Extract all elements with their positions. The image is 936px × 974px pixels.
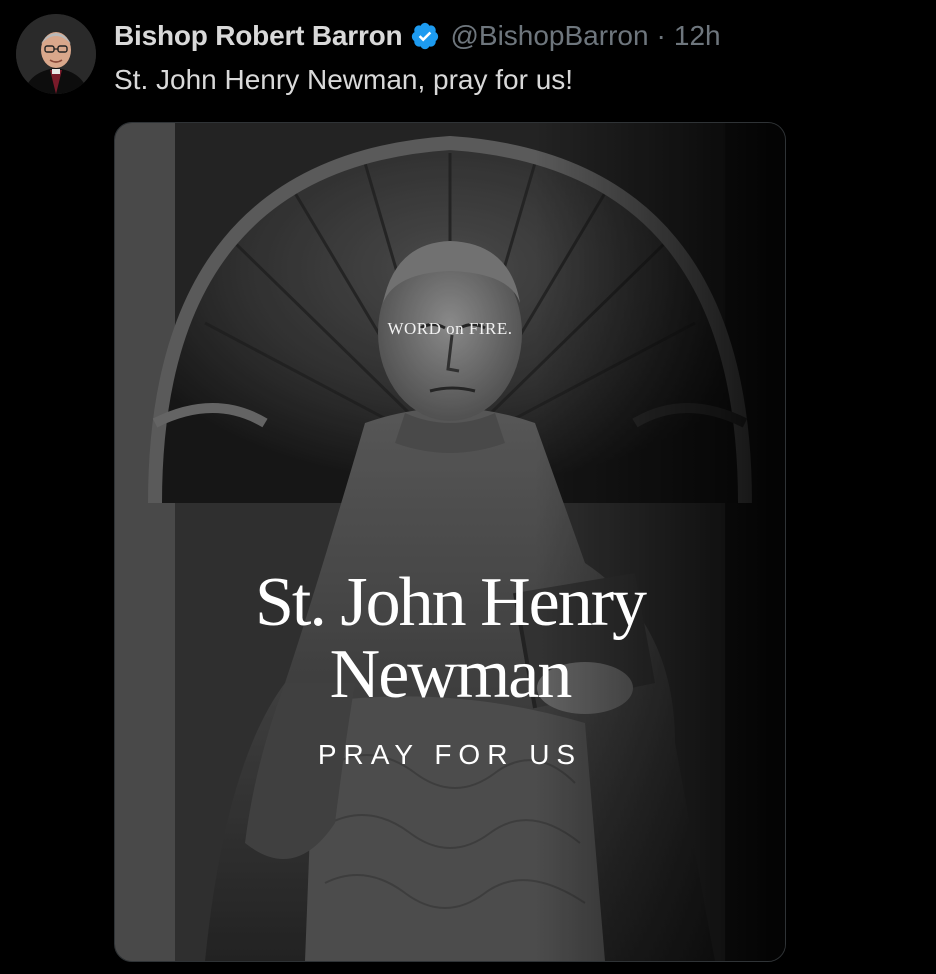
- poster-subtitle: PRAY FOR US: [317, 739, 583, 770]
- avatar-image: [16, 14, 96, 94]
- tweet-header: Bishop Robert Barron @BishopBarron · 12h: [114, 16, 721, 56]
- author-name[interactable]: Bishop Robert Barron: [114, 20, 403, 52]
- poster-title-line-2: Newman: [329, 636, 573, 713]
- statue-photo: [115, 123, 785, 961]
- tweet[interactable]: Bishop Robert Barron @BishopBarron · 12h…: [0, 0, 936, 974]
- tweet-text: St. John Henry Newman, pray for us!: [114, 64, 574, 95]
- avatar[interactable]: [16, 14, 96, 94]
- separator-dot: ·: [656, 20, 666, 51]
- word-on-fire-logo: WORD on FIRE.: [387, 319, 513, 338]
- poster-title: St. John Henry Newman: [115, 567, 785, 711]
- timestamp[interactable]: 12h: [674, 20, 721, 52]
- tweet-media-image[interactable]: WORD on FIRE. St. John Henry Newman PRAY…: [114, 122, 786, 962]
- author-handle[interactable]: @BishopBarron: [450, 20, 648, 52]
- verified-badge-icon: [410, 21, 440, 51]
- poster-title-line-1: St. John Henry: [254, 564, 647, 641]
